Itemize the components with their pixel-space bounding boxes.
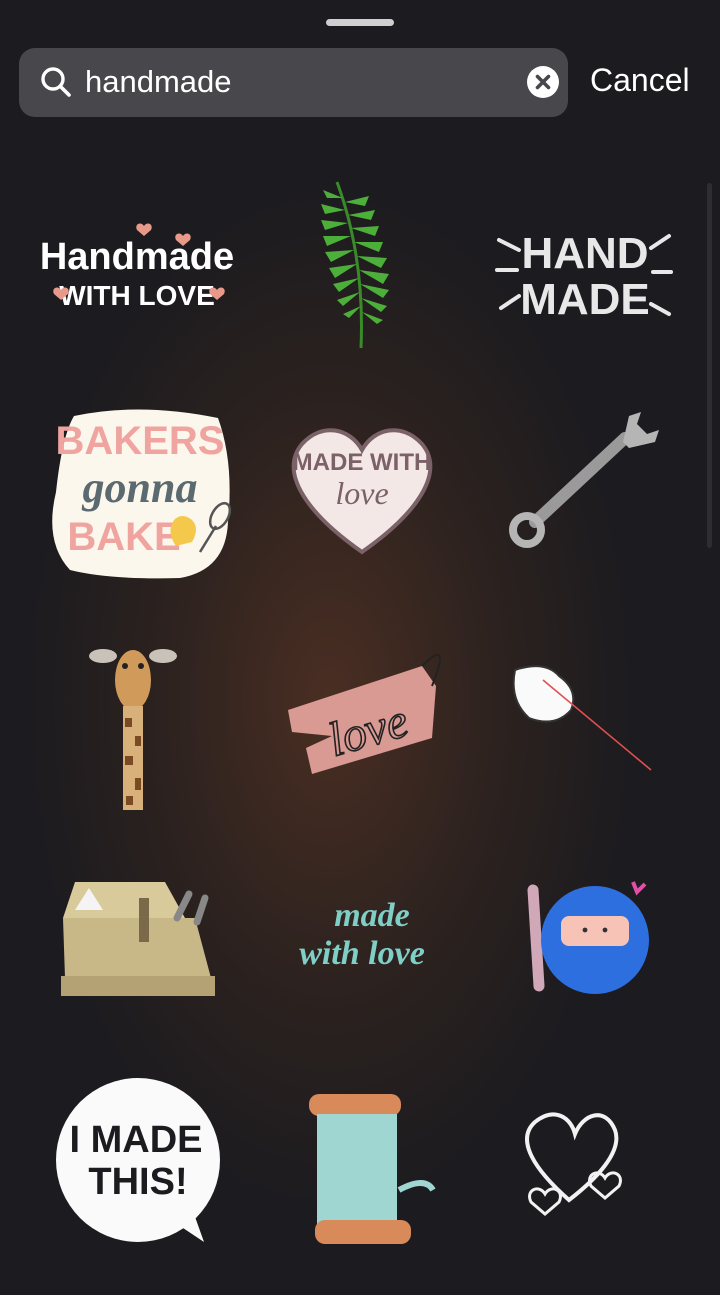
sticker-text: WITH LOVE: [59, 280, 215, 311]
sticker-love-ribbon[interactable]: love: [272, 626, 472, 826]
clear-search-button[interactable]: [527, 66, 559, 98]
drag-handle[interactable]: [326, 19, 394, 26]
sticker-text: THIS!: [88, 1161, 187, 1203]
sticker-hand-made[interactable]: HAND MADE: [485, 168, 685, 368]
sticker-text: love: [335, 475, 388, 511]
sticker-text: I MADE: [70, 1119, 203, 1161]
sticker-text: HAND: [521, 229, 648, 278]
oven-mitt-icon: [170, 516, 196, 546]
sticker-i-made-this[interactable]: I MADE THIS!: [44, 1072, 244, 1272]
sticker-yarn-ball[interactable]: [495, 866, 695, 1066]
thread-spool-icon: [309, 1094, 436, 1244]
sticker-made-with-love-script[interactable]: made with love: [262, 852, 462, 1052]
wrench-icon: [509, 412, 659, 548]
clear-icon: [535, 74, 551, 90]
sticker-text: made: [334, 897, 410, 934]
palm-leaf-icon: [321, 181, 389, 349]
sticker-text: gonna: [82, 463, 198, 512]
scrollbar[interactable]: [707, 183, 712, 548]
hand-thread-icon: [512, 665, 652, 771]
sticker-text: BAKERS: [56, 419, 225, 463]
toolbox-icon: [61, 882, 215, 996]
sticker-text: MADE: [520, 275, 650, 324]
sticker-thread-spool[interactable]: [265, 1080, 465, 1280]
sticker-hearts[interactable]: [505, 1090, 705, 1290]
yarn-ball-icon: [527, 881, 649, 994]
sticker-text: MADE WITH: [293, 449, 432, 476]
sticker-bakers-gonna-bake[interactable]: BAKERS gonna BAKE: [40, 392, 240, 592]
sticker-text: BAKE: [67, 515, 180, 559]
sticker-toolbox[interactable]: [45, 858, 245, 1058]
sticker-handmade-with-love[interactable]: Handmade WITH LOVE: [37, 162, 237, 362]
sticker-made-with-love-heart[interactable]: MADE WITH love: [262, 400, 462, 600]
sticker-wrench[interactable]: [485, 392, 685, 592]
sticker-giraffe[interactable]: [37, 620, 237, 820]
cancel-button[interactable]: Cancel: [590, 62, 690, 99]
heart-icon: [136, 223, 152, 236]
sticker-hand-threading[interactable]: [495, 640, 695, 840]
sticker-text: with love: [299, 935, 425, 972]
sticker-palm-leaf[interactable]: [265, 168, 465, 368]
giraffe-icon: [89, 649, 177, 810]
search-input[interactable]: [85, 58, 505, 106]
heart-icon: [525, 1112, 622, 1216]
sticker-text: Handmade: [40, 236, 234, 278]
search-icon: [41, 67, 71, 97]
